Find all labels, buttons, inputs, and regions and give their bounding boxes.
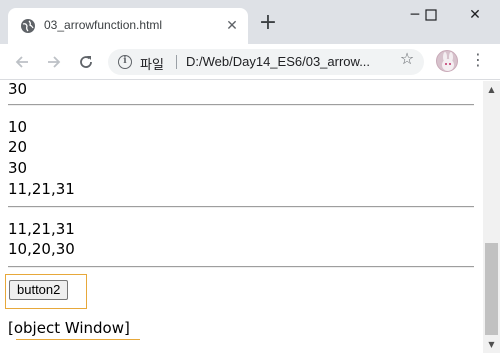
close-window-icon[interactable]: ✕ (460, 4, 490, 26)
divider (8, 206, 474, 208)
tab-active[interactable]: 03_arrowfunction.html ✕ (8, 8, 248, 44)
maximize-icon[interactable] (416, 4, 446, 26)
tab-strip: 03_arrowfunction.html ✕ + ─ ✕ (0, 0, 500, 44)
page-content: 30 10 20 30 11,21,31 11,21,31 10,20,30 b… (0, 81, 483, 353)
scroll-down-arrow-icon[interactable]: ▼ (483, 336, 500, 353)
avatar[interactable] (436, 50, 458, 72)
result-text: [object Window] (8, 319, 130, 337)
new-tab-button[interactable]: + (258, 12, 278, 34)
divider (8, 104, 474, 106)
forward-arrow-icon[interactable] (42, 50, 66, 74)
button-highlight-box: button2 (5, 274, 87, 309)
tab-close-icon[interactable]: ✕ (224, 18, 240, 34)
scroll-up-arrow-icon[interactable]: ▲ (483, 81, 500, 98)
output-line: 30 (8, 159, 28, 177)
output-line: 10 (8, 118, 28, 136)
info-icon[interactable]: i (118, 55, 132, 69)
toolbar: i 파일 D:/Web/Day14_ES6/03_arrow... (0, 44, 500, 80)
omnibox-separator (176, 55, 177, 69)
output-line: 10,20,30 (8, 240, 75, 258)
url-text[interactable]: D:/Web/Day14_ES6/03_arrow... (186, 54, 370, 69)
globe-icon (21, 19, 35, 33)
scheme-label: 파일 (140, 58, 164, 73)
output-line: 30 (8, 81, 28, 98)
menu-icon[interactable]: ⋮ (470, 50, 486, 70)
browser-window: 03_arrowfunction.html ✕ + ─ ✕ i 파일 D:/We… (0, 0, 500, 353)
output-line: 11,21,31 (8, 220, 75, 238)
back-arrow-icon[interactable] (10, 50, 34, 74)
result-underline (16, 339, 140, 340)
address-bar[interactable]: i 파일 D:/Web/Day14_ES6/03_arrow... (108, 49, 424, 75)
star-icon[interactable]: ☆ (398, 50, 416, 68)
reload-icon[interactable] (74, 50, 98, 74)
tab-title: 03_arrowfunction.html (44, 18, 163, 32)
divider (8, 266, 474, 268)
button2[interactable]: button2 (9, 280, 69, 300)
output-line: 20 (8, 138, 28, 156)
vertical-scrollbar[interactable]: ▲ ▼ (483, 81, 500, 353)
scroll-thumb[interactable] (485, 243, 498, 335)
output-line: 11,21,31 (8, 180, 75, 198)
